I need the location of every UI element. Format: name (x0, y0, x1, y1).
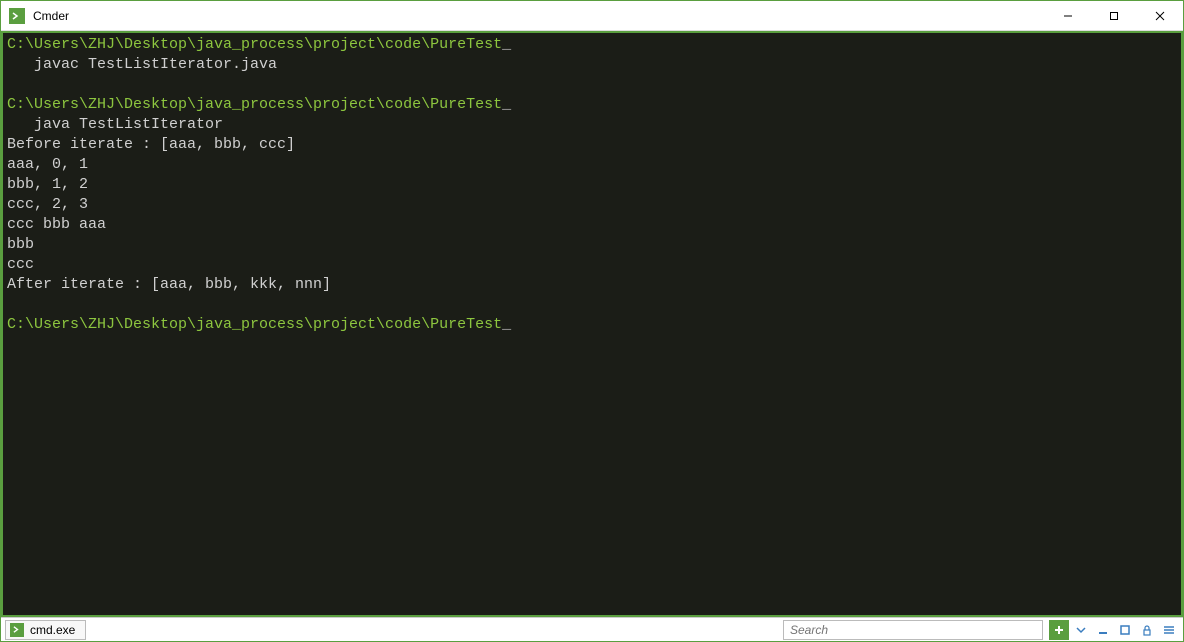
app-icon (9, 8, 25, 24)
output-line: ccc bbb aaa (7, 215, 1177, 235)
prompt-path: C:\Users\ZHJ\Desktop\java_process\projec… (7, 316, 502, 333)
minimize-button[interactable] (1045, 1, 1091, 31)
statusbar: cmd.exe (1, 617, 1183, 641)
terminal-output[interactable]: C:\Users\ZHJ\Desktop\java_process\projec… (1, 31, 1183, 617)
output-line: After iterate : [aaa, bbb, kkk, nnn] (7, 275, 1177, 295)
lambda-icon (10, 623, 24, 637)
statusbar-icons (1049, 620, 1179, 640)
minimize-tray-icon[interactable] (1093, 620, 1113, 640)
tab-label: cmd.exe (30, 623, 75, 637)
cursor-glyph: _ (502, 36, 511, 53)
command-line: javac TestListIterator.java (7, 55, 1177, 75)
new-tab-button[interactable] (1049, 620, 1069, 640)
command-line: java TestListIterator (7, 115, 1177, 135)
output-line: Before iterate : [aaa, bbb, ccc] (7, 135, 1177, 155)
output-line: aaa, 0, 1 (7, 155, 1177, 175)
maximize-pane-icon[interactable] (1115, 620, 1135, 640)
output-line: ccc (7, 255, 1177, 275)
window-title: Cmder (33, 9, 69, 23)
output-line: ccc, 2, 3 (7, 195, 1177, 215)
search-input[interactable] (783, 620, 1043, 640)
settings-icon[interactable] (1159, 620, 1179, 640)
dropdown-button[interactable] (1071, 620, 1091, 640)
close-button[interactable] (1137, 1, 1183, 31)
cursor-glyph: _ (502, 96, 511, 113)
prompt-path: C:\Users\ZHJ\Desktop\java_process\projec… (7, 36, 502, 53)
output-line: bbb, 1, 2 (7, 175, 1177, 195)
prompt-path: C:\Users\ZHJ\Desktop\java_process\projec… (7, 96, 502, 113)
lock-icon[interactable] (1137, 620, 1157, 640)
active-cursor: _ (502, 316, 511, 333)
app-window: Cmder C:\Users\ZHJ\Desktop\java_process\… (0, 0, 1184, 642)
output-line: bbb (7, 235, 1177, 255)
console-tab[interactable]: cmd.exe (5, 620, 86, 640)
maximize-button[interactable] (1091, 1, 1137, 31)
titlebar[interactable]: Cmder (1, 1, 1183, 31)
